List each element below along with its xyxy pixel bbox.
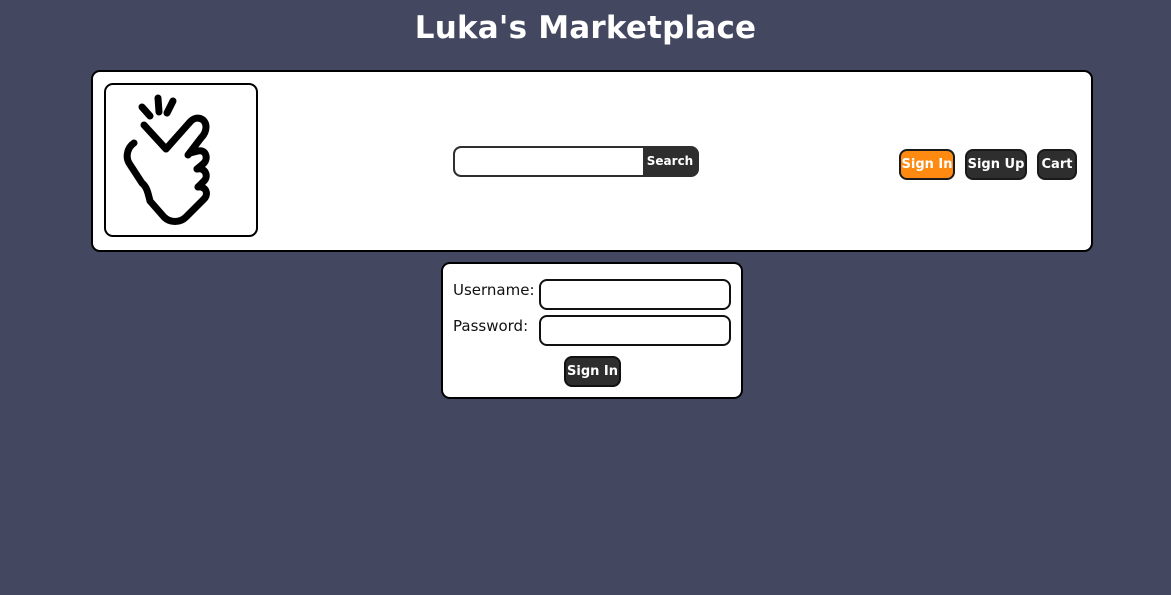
username-field[interactable] — [539, 279, 731, 310]
login-form: Username: Password: Sign In — [441, 262, 743, 399]
logo[interactable] — [104, 83, 258, 237]
page-title: Luka's Marketplace — [414, 10, 757, 46]
password-field[interactable] — [539, 315, 731, 346]
username-label: Username: — [453, 281, 535, 299]
snapping-fingers-icon — [123, 94, 210, 225]
search-button[interactable]: Search — [643, 148, 697, 175]
search-bar: Search — [453, 146, 699, 177]
header-panel: Search Sign In Sign Up Cart — [91, 70, 1093, 252]
sign-in-submit-button[interactable]: Sign In — [564, 356, 621, 387]
cart-nav-button[interactable]: Cart — [1037, 149, 1077, 180]
sign-in-nav-button[interactable]: Sign In — [899, 149, 955, 180]
sign-up-nav-button[interactable]: Sign Up — [965, 149, 1027, 180]
password-label: Password: — [453, 317, 529, 335]
search-input[interactable] — [455, 148, 643, 175]
